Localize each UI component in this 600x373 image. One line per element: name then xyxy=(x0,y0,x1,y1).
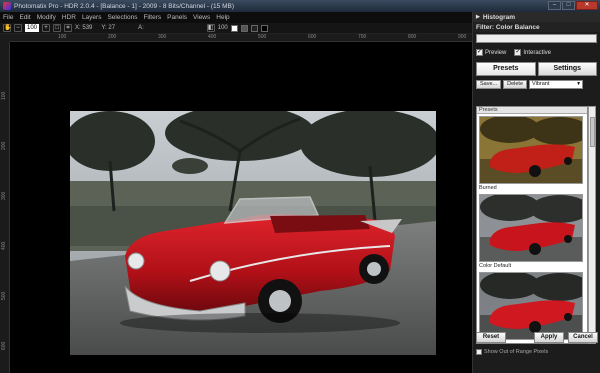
out-of-range-check-icon[interactable] xyxy=(476,349,482,355)
ruler-left-tick: 600 xyxy=(1,341,7,350)
window-title: Photomatix Pro - HDR 2.0.4 - [Balance - … xyxy=(14,2,235,10)
image-canvas[interactable] xyxy=(11,43,471,373)
preset-select-value: Vibrant xyxy=(532,81,550,87)
tab-presets[interactable]: Presets xyxy=(476,62,536,76)
cancel-button[interactable]: Cancel xyxy=(568,332,598,343)
menu-hdr[interactable]: HDR xyxy=(62,14,76,21)
ruler-top-tick: 100 xyxy=(58,34,67,40)
menu-help[interactable]: Help xyxy=(216,14,229,21)
ruler-top-tick: 900 xyxy=(458,34,467,40)
car-photo xyxy=(70,111,436,355)
y-readout: Y: 27 xyxy=(101,25,116,31)
preview-label: Preview xyxy=(485,49,507,56)
percent-field[interactable]: 100 xyxy=(218,25,228,31)
zoom-out-icon[interactable]: − xyxy=(14,24,22,32)
ruler-left: 100 200 300 400 500 600 xyxy=(0,42,10,373)
tab-settings[interactable]: Settings xyxy=(537,62,597,76)
out-of-range-label: Show Out of Range Pixels xyxy=(484,349,549,355)
hand-tool-icon[interactable]: ✋ xyxy=(3,24,11,32)
filter-header: Filter: Color Balance xyxy=(473,22,600,32)
minimize-button[interactable]: – xyxy=(548,1,561,10)
ruler-top-tick: 200 xyxy=(108,34,117,40)
zoom-field[interactable]: 100 xyxy=(25,24,40,32)
delete-preset-button[interactable]: Delete xyxy=(503,80,528,89)
menu-edit[interactable]: Edit xyxy=(19,14,30,21)
filter-panel: ▶ Histogram Filter: Color Balance ✓ Prev… xyxy=(472,12,600,373)
interactive-label: Interactive xyxy=(523,49,552,56)
histogram-header[interactable]: ▶ Histogram xyxy=(473,12,600,22)
filter-info-box xyxy=(476,34,597,43)
ruler-corner xyxy=(0,34,10,42)
gray-swatch[interactable] xyxy=(240,24,248,32)
chevron-down-icon: ▼ xyxy=(576,81,582,87)
preset-select[interactable]: Vibrant ▼ xyxy=(529,80,584,89)
ruler-top-tick: 700 xyxy=(358,34,367,40)
save-preset-button[interactable]: Save... xyxy=(476,80,502,89)
menu-views[interactable]: Views xyxy=(193,14,210,21)
ruler-left-tick: 200 xyxy=(1,141,7,150)
expand-arrow-icon[interactable]: ▶ xyxy=(476,14,480,20)
scroll-thumb[interactable] xyxy=(590,117,595,147)
black-swatch[interactable] xyxy=(260,24,268,32)
x-readout: X: 539 xyxy=(75,25,93,31)
close-button[interactable]: ✕ xyxy=(576,1,598,10)
interactive-checkbox[interactable]: ✓ Interactive xyxy=(514,49,551,56)
preset-thumbnail[interactable] xyxy=(479,116,583,184)
apply-button[interactable]: Apply xyxy=(534,332,564,343)
out-of-range-checkbox[interactable]: Show Out of Range Pixels xyxy=(476,349,548,355)
zoom-in-icon[interactable]: + xyxy=(42,24,51,32)
menu-filters[interactable]: Filters xyxy=(143,14,161,21)
app-icon xyxy=(3,2,11,10)
ruler-top: 100 200 300 400 500 600 700 800 900 xyxy=(10,34,472,42)
filter-title: Filter: Color Balance xyxy=(476,23,540,31)
preset-thumbnail[interactable] xyxy=(479,194,583,262)
menu-panels[interactable]: Panels xyxy=(167,14,187,21)
ruler-left-tick: 100 xyxy=(1,91,7,100)
crop-icon[interactable]: ⌗ xyxy=(64,24,73,32)
menu-selections[interactable]: Selections xyxy=(107,14,137,21)
preview-checkbox[interactable]: ✓ Preview xyxy=(476,49,506,56)
menu-modify[interactable]: Modify xyxy=(37,14,56,21)
presets-list[interactable]: Presets Burned Color Default xyxy=(476,106,588,344)
presets-scrollbar[interactable] xyxy=(588,106,596,344)
preset-label: Burned xyxy=(479,185,497,191)
toolbar: ✋ − 100 + □ ⌗ X: 539 Y: 27 A: ◧ 100 xyxy=(0,23,472,34)
a-label: A: xyxy=(138,25,144,31)
ruler-top-tick: 800 xyxy=(408,34,417,40)
menu-bar: File Edit Modify HDR Layers Selections F… xyxy=(0,12,472,23)
ruler-left-tick: 500 xyxy=(1,291,7,300)
title-bar: Photomatix Pro - HDR 2.0.4 - [Balance - … xyxy=(0,0,600,12)
presets-list-header: Presets xyxy=(477,107,587,114)
ruler-left-tick: 300 xyxy=(1,191,7,200)
preview-check-icon[interactable]: ✓ xyxy=(476,49,483,56)
fit-icon[interactable]: □ xyxy=(53,24,62,32)
preset-thumbnail[interactable] xyxy=(479,272,583,340)
dark-swatch[interactable] xyxy=(250,24,258,32)
white-swatch[interactable] xyxy=(230,24,238,32)
preset-label: Color Default xyxy=(479,263,512,269)
ruler-top-tick: 300 xyxy=(158,34,167,40)
menu-file[interactable]: File xyxy=(3,14,13,21)
ruler-top-tick: 400 xyxy=(208,34,217,40)
histogram-label: Histogram xyxy=(482,13,516,21)
ruler-left-tick: 400 xyxy=(1,241,7,250)
nav-icon[interactable]: ◧ xyxy=(206,24,215,32)
interactive-check-icon[interactable]: ✓ xyxy=(514,49,522,56)
menu-layers[interactable]: Layers xyxy=(82,14,102,21)
ruler-top-tick: 600 xyxy=(308,34,317,40)
reset-button[interactable]: Reset xyxy=(476,332,506,343)
maximize-button[interactable]: □ xyxy=(562,1,575,10)
ruler-top-tick: 500 xyxy=(258,34,267,40)
